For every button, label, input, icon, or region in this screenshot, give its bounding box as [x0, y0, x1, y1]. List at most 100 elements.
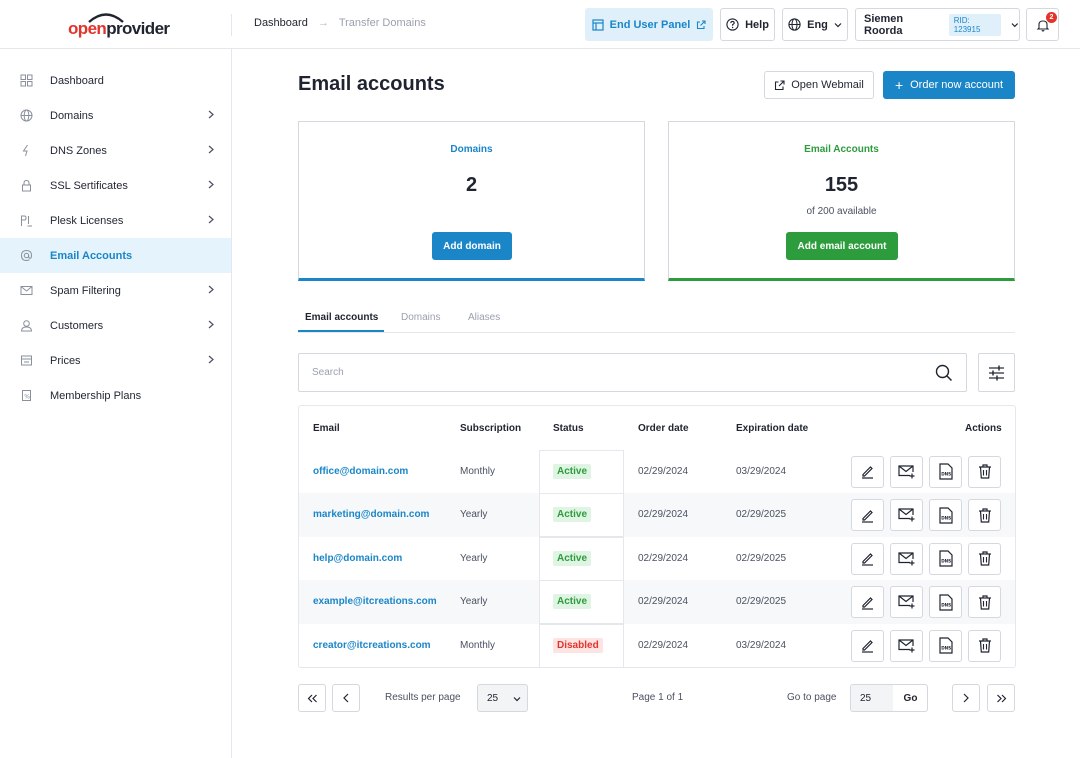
- delete-button[interactable]: [968, 499, 1001, 531]
- trash-icon: [978, 638, 991, 653]
- top-divider: [231, 14, 232, 36]
- svg-text:DNS: DNS: [941, 515, 951, 520]
- mail-add-button[interactable]: [890, 455, 923, 488]
- email-link[interactable]: creator@itcreations.com: [313, 640, 431, 651]
- dns-button[interactable]: DNS: [929, 499, 962, 531]
- email-accounts-table: Email Subscription Status Order date Exp…: [298, 405, 1016, 668]
- column-header-status[interactable]: Status: [553, 423, 584, 434]
- user-menu[interactable]: Siemen Roorda RID: 123915: [855, 8, 1020, 41]
- first-page-button[interactable]: [298, 684, 326, 712]
- active-tab-indicator: [298, 330, 384, 332]
- help-button[interactable]: Help: [720, 8, 775, 41]
- end-user-panel-button[interactable]: End User Panel: [585, 8, 713, 41]
- globe-icon: [788, 18, 801, 31]
- order-date-cell: 02/29/2024: [638, 509, 689, 520]
- last-page-button[interactable]: [987, 684, 1015, 712]
- delete-button[interactable]: [968, 629, 1001, 662]
- double-chevron-left-icon: [307, 694, 317, 702]
- go-to-page-control: 25 Go: [850, 684, 928, 712]
- edit-button[interactable]: [851, 542, 884, 575]
- sidebar-item-plesk-licenses[interactable]: Plesk Licenses: [0, 203, 231, 238]
- subscription-cell: Monthly: [460, 639, 496, 651]
- edit-button[interactable]: [851, 586, 884, 618]
- openprovider-logo[interactable]: openprovider: [68, 11, 170, 39]
- sidebar-item-label: Email Accounts: [50, 249, 133, 262]
- column-header-expiration-date[interactable]: Expiration date: [736, 423, 808, 434]
- column-header-order-date[interactable]: Order date: [638, 423, 689, 434]
- dns-button[interactable]: DNS: [929, 586, 962, 618]
- status-badge: Disabled: [553, 637, 603, 653]
- dns-button[interactable]: DNS: [929, 629, 962, 662]
- mail-add-button[interactable]: [890, 586, 923, 618]
- order-date-cell: 02/29/2024: [638, 552, 689, 564]
- email-accounts-summary-card: Email Accounts 155 of 200 available Add …: [668, 121, 1015, 281]
- delete-button[interactable]: [968, 455, 1001, 488]
- order-now-account-button[interactable]: + Order now account: [883, 71, 1015, 99]
- next-page-button[interactable]: [952, 684, 980, 712]
- sidebar-item-ssl-sertificates[interactable]: SSL Sertificates: [0, 168, 231, 203]
- sidebar-item-customers[interactable]: Customers: [0, 308, 231, 343]
- pencil-icon: [862, 466, 873, 479]
- help-label: Help: [745, 18, 769, 31]
- card-title: Domains: [450, 144, 493, 155]
- edit-button[interactable]: [851, 629, 884, 662]
- column-header-subscription[interactable]: Subscription: [460, 423, 521, 434]
- sidebar-item-dns-zones[interactable]: DNS Zones: [0, 133, 231, 168]
- sidebar-item-spam-filtering[interactable]: Spam Filtering: [0, 273, 231, 308]
- tab-email-accounts[interactable]: Email accounts: [305, 312, 378, 323]
- add-email-account-button[interactable]: Add email account: [786, 232, 898, 260]
- go-to-page-input[interactable]: 25: [851, 685, 893, 711]
- email-link[interactable]: marketing@domain.com: [313, 509, 429, 520]
- email-link[interactable]: help@domain.com: [313, 553, 402, 564]
- mail-add-button[interactable]: [890, 629, 923, 662]
- delete-button[interactable]: [968, 586, 1001, 618]
- email-link[interactable]: office@domain.com: [313, 466, 408, 477]
- tab-aliases[interactable]: Aliases: [468, 312, 500, 323]
- previous-page-button[interactable]: [332, 684, 360, 712]
- search-input[interactable]: [299, 354, 919, 391]
- edit-button[interactable]: [851, 455, 884, 488]
- open-webmail-button[interactable]: Open Webmail: [764, 71, 874, 99]
- svg-text:DNS: DNS: [941, 559, 951, 564]
- mail-add-button[interactable]: [890, 499, 923, 531]
- table-row: office@domain.com Monthly Active 02/29/2…: [299, 449, 1015, 494]
- breadcrumb-transfer-domains[interactable]: Transfer Domains: [339, 17, 426, 29]
- notifications-button[interactable]: 2: [1026, 8, 1059, 41]
- language-selector[interactable]: Eng: [782, 8, 848, 41]
- expiration-date-cell: 02/29/2025: [736, 552, 787, 564]
- status-cell: Active: [539, 449, 624, 494]
- sidebar-item-membership-plans[interactable]: % Membership Plans: [0, 378, 231, 413]
- results-per-page-select[interactable]: 25: [477, 684, 528, 712]
- grid-icon: [20, 74, 33, 87]
- edit-button[interactable]: [851, 499, 884, 531]
- breadcrumb-dashboard[interactable]: Dashboard: [254, 17, 308, 29]
- pencil-icon: [862, 596, 873, 610]
- filter-button[interactable]: [978, 353, 1015, 392]
- go-to-page-label: Go to page: [787, 692, 837, 703]
- sidebar-item-dashboard[interactable]: Dashboard: [0, 63, 231, 98]
- go-button[interactable]: Go: [893, 685, 927, 711]
- breadcrumb-arrow-icon: →: [317, 17, 329, 29]
- delete-button[interactable]: [968, 542, 1001, 575]
- logo-arc-icon: [88, 13, 124, 23]
- sidebar-item-prices[interactable]: Prices: [0, 343, 231, 378]
- trash-icon: [978, 507, 991, 523]
- column-header-email[interactable]: Email: [313, 423, 340, 434]
- email-link[interactable]: example@itcreations.com: [313, 596, 437, 607]
- chevron-right-icon: [208, 180, 214, 189]
- order-date-cell: 02/29/2024: [638, 465, 689, 477]
- search-box: [298, 353, 967, 392]
- search-icon[interactable]: [935, 364, 953, 382]
- dns-button[interactable]: DNS: [929, 542, 962, 575]
- tab-domains[interactable]: Domains: [401, 312, 440, 323]
- dns-button[interactable]: DNS: [929, 455, 962, 488]
- sidebar-item-domains[interactable]: Domains: [0, 98, 231, 133]
- svg-text:DNS: DNS: [941, 472, 951, 477]
- status-badge: Active: [553, 507, 592, 522]
- sidebar-item-email-accounts[interactable]: Email Accounts: [0, 238, 231, 273]
- trash-icon: [978, 551, 991, 566]
- sidebar: Dashboard Domains DNS Zones SSL Sertific…: [0, 49, 232, 758]
- mail-add-button[interactable]: [890, 542, 923, 575]
- add-domain-button[interactable]: Add domain: [432, 232, 512, 260]
- mail-plus-icon: [898, 508, 915, 522]
